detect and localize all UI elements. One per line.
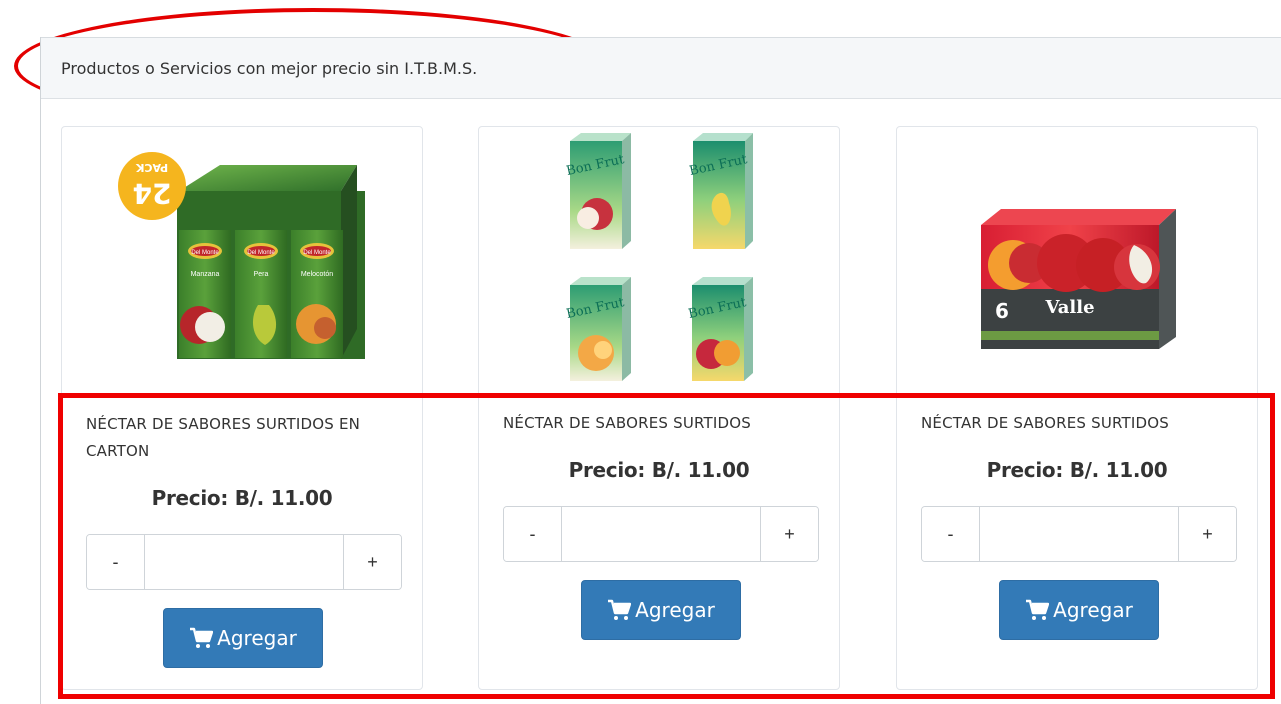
add-button-label: Agregar	[1053, 598, 1133, 622]
shopping-cart-icon	[1026, 599, 1050, 620]
bon-frut-carton-1: Bon Frut	[565, 133, 631, 249]
decrease-quantity-button[interactable]: -	[922, 507, 980, 561]
quantity-input[interactable]	[562, 507, 760, 561]
increase-quantity-button[interactable]: +	[1178, 507, 1236, 561]
brand-label-2: Del Monte	[247, 250, 275, 256]
product-price: Precio: B/. 11.00	[986, 458, 1168, 482]
product-card: Bon Frut Bon Frut Bon Frut Bon Frut NÉCT…	[478, 126, 840, 690]
add-to-cart-button[interactable]: Agregar	[163, 608, 323, 668]
valle-box-image: 6 Valle	[981, 209, 1176, 349]
add-to-cart-button[interactable]: Agregar	[581, 580, 741, 640]
brand-label-3: Del Monte	[303, 250, 331, 256]
quantity-stepper[interactable]: - +	[86, 534, 402, 590]
bon-frut-carton-4: Bon Frut	[687, 277, 753, 381]
bon-frut-cartons-image: Bon Frut Bon Frut Bon Frut Bon Frut	[565, 133, 753, 381]
six-pack-label: 6	[995, 299, 1009, 323]
product-price: Precio: B/. 11.00	[151, 486, 333, 510]
product-image-del-monte: Manzana Pera Melocotón Del Monte Del Mon…	[105, 143, 375, 369]
brand-label-1: Del Monte	[191, 250, 219, 256]
add-button-label: Agregar	[635, 598, 715, 622]
shopping-cart-icon	[608, 599, 632, 620]
shopping-cart-icon	[190, 627, 214, 648]
valle-brand-label: Valle	[1044, 297, 1094, 318]
add-button-label: Agregar	[217, 626, 297, 650]
panel-title: Productos o Servicios con mejor precio s…	[61, 59, 478, 78]
del-monte-pack-image: Manzana Pera Melocotón Del Monte Del Mon…	[118, 152, 365, 359]
add-to-cart-button[interactable]: Agregar	[999, 580, 1159, 640]
decrease-quantity-button[interactable]: -	[87, 535, 145, 589]
product-name: NÉCTAR DE SABORES SURTIDOS EN CARTON	[86, 415, 361, 460]
quantity-input[interactable]	[980, 507, 1178, 561]
flavor-pera-label: Pera	[254, 271, 269, 278]
quantity-stepper[interactable]: - +	[921, 506, 1237, 562]
product-image-bon-frut: Bon Frut Bon Frut Bon Frut Bon Frut	[545, 127, 775, 387]
pack-badge-number: 24	[133, 177, 172, 210]
increase-quantity-button[interactable]: +	[343, 535, 401, 589]
product-image-valle: 6 Valle	[975, 205, 1181, 349]
decrease-quantity-button[interactable]: -	[504, 507, 562, 561]
quantity-stepper[interactable]: - +	[503, 506, 819, 562]
pack-badge-label: PACK	[135, 161, 168, 174]
quantity-input[interactable]	[145, 535, 343, 589]
product-card: 6 Valle NÉCTAR DE SABORES SURTIDOS Preci…	[896, 126, 1258, 690]
product-card: Manzana Pera Melocotón Del Monte Del Mon…	[61, 126, 423, 690]
panel-header: Productos o Servicios con mejor precio s…	[41, 37, 1281, 99]
flavor-manzana-label: Manzana	[191, 271, 220, 278]
bon-frut-carton-2: Bon Frut	[688, 133, 753, 249]
flavor-melocoton-label: Melocotón	[301, 271, 333, 278]
product-catalog-screen: Productos o Servicios con mejor precio s…	[0, 0, 1281, 704]
bon-frut-carton-3: Bon Frut	[565, 277, 631, 381]
product-name: NÉCTAR DE SABORES SURTIDOS	[921, 414, 1169, 432]
product-price: Precio: B/. 11.00	[568, 458, 750, 482]
increase-quantity-button[interactable]: +	[760, 507, 818, 561]
product-name: NÉCTAR DE SABORES SURTIDOS	[503, 414, 751, 432]
